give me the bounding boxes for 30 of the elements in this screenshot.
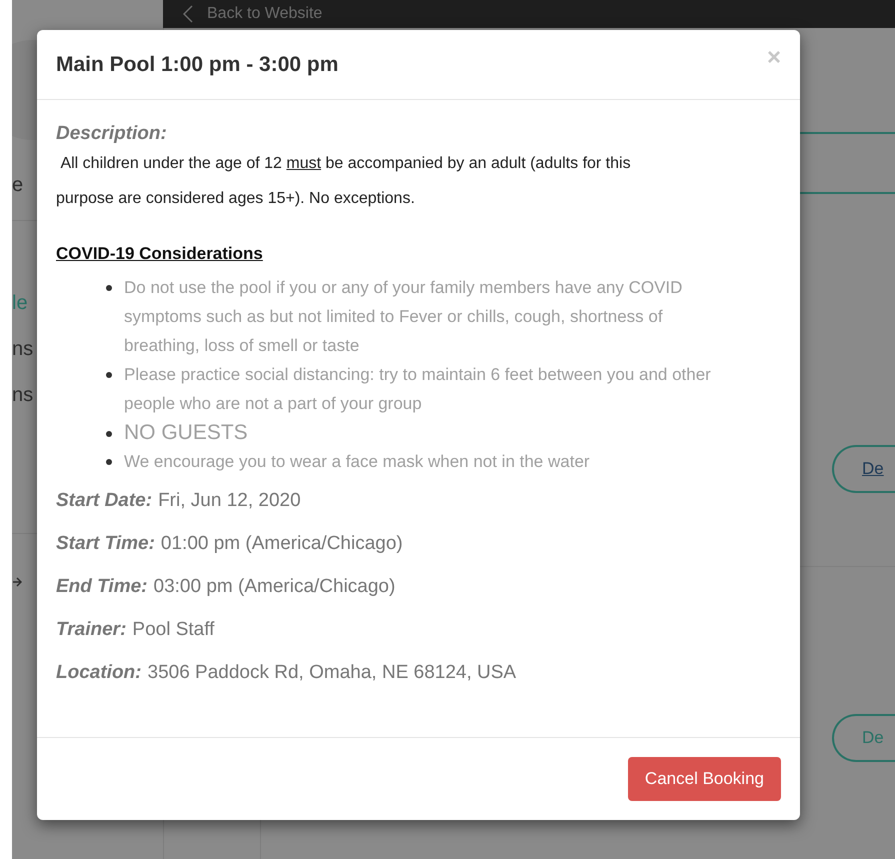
field-label: Location: (56, 660, 142, 684)
sidebar-item[interactable]: ns (12, 380, 34, 410)
field-label: Trainer: (56, 618, 126, 642)
bullet-icon (106, 372, 112, 378)
arrow-right-icon (12, 576, 22, 588)
field-value: 03:00 pm (America/Chicago) (154, 574, 396, 598)
section-heading: COVID-19 Considerations (56, 243, 264, 265)
list-item-text: NO GUESTS (124, 420, 248, 446)
field-label: Start Time: (56, 532, 155, 556)
list-item-text: Please practice social distancing: try to maintain 6 feet between you and other people who are not a part of your group (124, 364, 712, 414)
field-value: 01:00 pm (America/Chicago) (160, 532, 403, 556)
sidebar-item[interactable]: e (12, 170, 24, 200)
back-link[interactable]: Back to Website (207, 2, 322, 26)
cancel-booking-button[interactable]: Cancel Booking (628, 757, 781, 801)
outline-button[interactable]: De (832, 445, 895, 493)
bullet-icon (106, 284, 112, 290)
description-label: Description: (56, 122, 168, 146)
description-text: All children under the age of 12 must be accompanied by an adult (adults for this purpose are considered ages 15+). No exceptions. (56, 154, 632, 209)
field-value: Fri, Jun 12, 2020 (158, 488, 301, 512)
modal-title: Main Pool 1:00 pm - 3:00 pm (56, 52, 338, 78)
list-item-text: Do not use the pool if you or any of your family members have any COVID symptoms such as but not limited to Fever or chills, cough, shortness of breathing, loss of smell or taste (124, 276, 684, 356)
field-label: End Time: (56, 574, 148, 598)
bullet-icon (106, 430, 112, 436)
field-value: Pool Staff (132, 618, 214, 642)
field-value: 3506 Paddock Rd, Omaha, NE 68124, USA (148, 660, 516, 684)
list-item-text: We encourage you to wear a face mask when not in the water (124, 450, 590, 472)
field-label: Start Date: (56, 488, 152, 512)
chevron-left-icon (183, 5, 193, 23)
bullet-icon (106, 458, 112, 464)
sidebar-item[interactable]: ns (12, 334, 34, 364)
